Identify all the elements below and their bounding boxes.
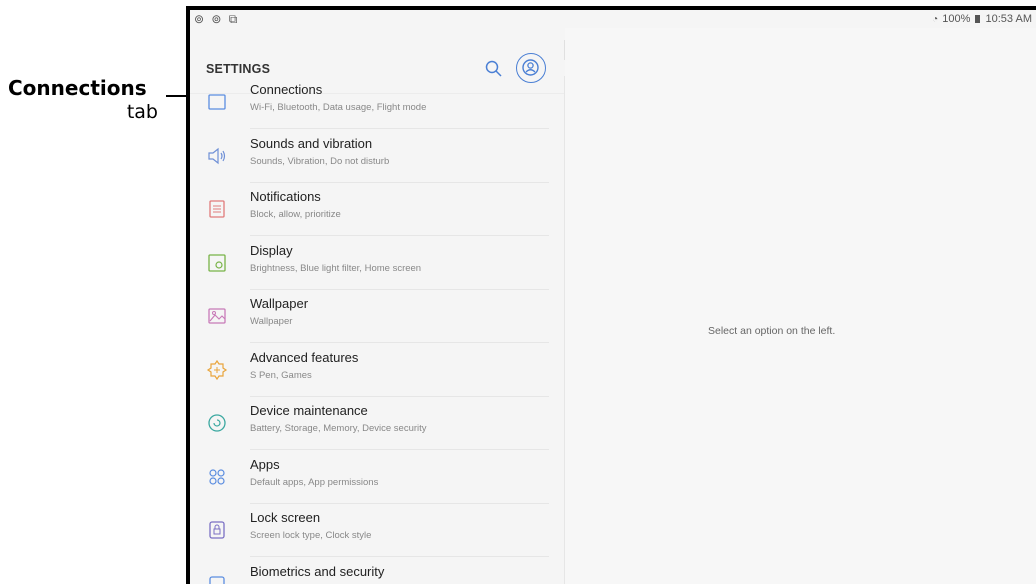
status-right: ◔ 100% 10:53 AM bbox=[932, 13, 1032, 25]
status-left-icons: ⊚ ⊚ ⧉ bbox=[194, 12, 239, 27]
settings-item-subtitle: Wi-Fi, Bluetooth, Data usage, Flight mod… bbox=[250, 102, 426, 113]
settings-item-title: Connections bbox=[250, 82, 322, 97]
settings-item-device-maintenance[interactable]: Device maintenance Battery, Storage, Memo… bbox=[190, 397, 564, 450]
settings-item-subtitle: Default apps, App permissions bbox=[250, 477, 378, 488]
battery-percent: 100% bbox=[942, 13, 970, 25]
settings-item-speaker[interactable]: Sounds and vibration Sounds, Vibration, D… bbox=[190, 130, 564, 183]
settings-item-title: Apps bbox=[250, 457, 280, 472]
speaker-icon bbox=[206, 145, 228, 167]
settings-item-title: Advanced features bbox=[250, 350, 358, 365]
settings-item-subtitle: Block, allow, prioritize bbox=[250, 209, 341, 220]
settings-item-apps[interactable]: Apps Default apps, App permissions bbox=[190, 451, 564, 504]
clock: 10:53 AM bbox=[986, 13, 1032, 25]
settings-item-title: Notifications bbox=[250, 189, 321, 204]
settings-item-subtitle: Sounds, Vibration, Do not disturb bbox=[250, 156, 389, 167]
settings-item-display[interactable]: Display Brightness, Blue light filter, Ho… bbox=[190, 237, 564, 290]
status-bar: ⊚ ⊚ ⧉ ◔ 100% 10:53 AM bbox=[190, 10, 1036, 28]
connections-icon bbox=[206, 91, 228, 113]
settings-item-subtitle: Battery, Storage, Memory, Device securit… bbox=[250, 423, 427, 434]
empty-detail-message: Select an option on the left. bbox=[708, 325, 835, 337]
settings-item-subtitle: Screen lock type, Clock style bbox=[250, 530, 371, 541]
settings-item-title: Sounds and vibration bbox=[250, 136, 372, 151]
settings-item-title: Device maintenance bbox=[250, 403, 368, 418]
biometrics-icon bbox=[206, 573, 228, 584]
battery-icon bbox=[975, 15, 980, 23]
pane-divider bbox=[564, 76, 565, 584]
settings-item-lock-screen[interactable]: Lock screen Screen lock type, Clock style bbox=[190, 504, 564, 557]
lock-screen-icon bbox=[206, 519, 228, 541]
device-maintenance-icon bbox=[206, 412, 228, 434]
settings-item-wallpaper[interactable]: Wallpaper Wallpaper bbox=[190, 290, 564, 343]
settings-list-pane: SETTINGS Connections Wi-Fi, Bluetooth, Da… bbox=[190, 28, 564, 584]
settings-item-title: Display bbox=[250, 243, 293, 258]
settings-item-subtitle: Brightness, Blue light filter, Home scre… bbox=[250, 263, 421, 274]
detail-pane bbox=[565, 28, 1036, 584]
settings-item-biometrics[interactable]: Biometrics and security bbox=[190, 558, 564, 584]
settings-item-advanced-features[interactable]: Advanced features S Pen, Games bbox=[190, 344, 564, 397]
tablet-screen: ⊚ ⊚ ⧉ ◔ 100% 10:53 AM Select an option o… bbox=[186, 6, 1036, 584]
settings-item-subtitle: Wallpaper bbox=[250, 316, 292, 327]
display-icon bbox=[206, 252, 228, 274]
settings-item-title: Lock screen bbox=[250, 510, 320, 525]
wallpaper-icon bbox=[206, 305, 228, 327]
annotation-title: Connections bbox=[8, 76, 158, 100]
apps-icon bbox=[206, 466, 228, 488]
notifications-icon bbox=[206, 198, 228, 220]
settings-item-title: Wallpaper bbox=[250, 296, 308, 311]
wifi-icon: ◔ bbox=[932, 14, 938, 25]
page-title: SETTINGS bbox=[206, 62, 270, 76]
settings-item-connections[interactable]: Connections Wi-Fi, Bluetooth, Data usage,… bbox=[190, 76, 564, 129]
settings-item-subtitle: S Pen, Games bbox=[250, 370, 312, 381]
annotation-subtitle: tab bbox=[100, 101, 158, 123]
settings-item-notifications[interactable]: Notifications Block, allow, prioritize bbox=[190, 183, 564, 236]
advanced-features-icon bbox=[206, 359, 228, 381]
settings-item-title: Biometrics and security bbox=[250, 564, 384, 579]
header-vertical-divider bbox=[564, 40, 565, 60]
